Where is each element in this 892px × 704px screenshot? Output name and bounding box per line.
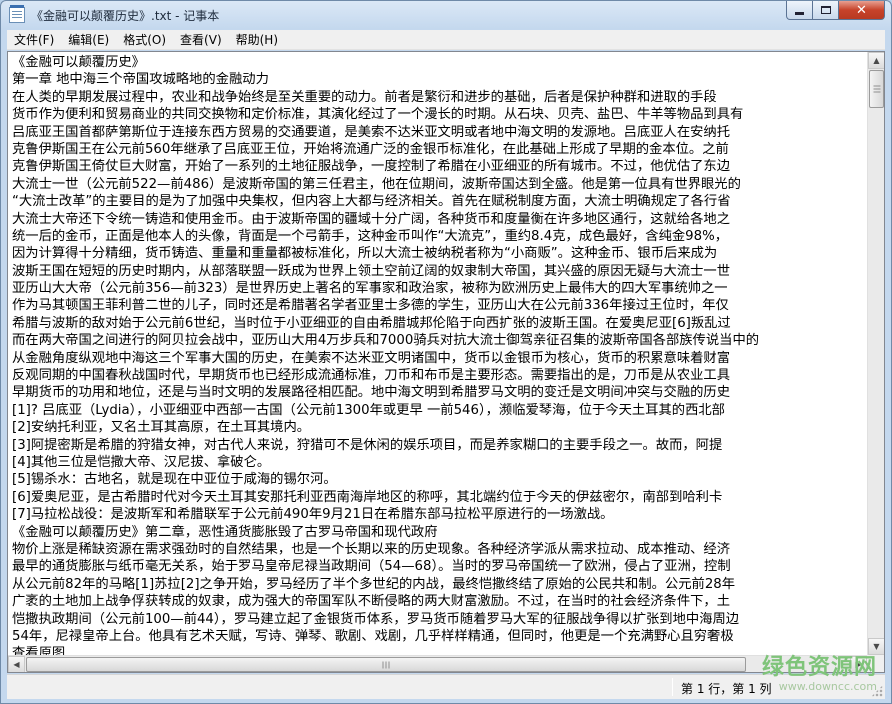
- text-editor[interactable]: 《金融可以颠覆历史》第一章 地中海三个帝国攻城略地的金融动力 在人类的早期发展过程…: [7, 51, 885, 673]
- maximize-button[interactable]: [813, 1, 839, 20]
- text-line: 物价上涨是稀缺资源在需求强劲时的自然结果，也是一个长期以来的历史现象。各种经济学…: [12, 541, 731, 557]
- minimize-button[interactable]: [786, 1, 813, 20]
- cursor-position: 第 1 行，第 1 列: [681, 682, 772, 696]
- text-line: 亚历山大大帝（公元前356—前323）是世界历史上著名的军事家和政治家，被称为欧…: [12, 281, 728, 297]
- text-line: [6]爱奥尼亚，是古希腊时代对今天土耳其安那托利亚西南海岸地区的称呼，其北端约位…: [12, 489, 723, 505]
- text-line: 从金融角度纵观地中海这三个军事大国的历史，在美索不达米亚文明诸国中，货币以金银币…: [12, 350, 731, 366]
- horizontal-scrollbar[interactable]: ◀ ▶: [8, 655, 867, 672]
- window-title: 《金融可以颠覆历史》.txt - 记事本: [31, 8, 220, 23]
- caption-buttons: ✕: [786, 1, 885, 21]
- menu-edit[interactable]: 编辑(E): [61, 30, 116, 50]
- text-line: [4]其他三位是恺撒大帝、汉尼拔、拿破仑。: [12, 454, 271, 470]
- text-line: 因为计算得十分精细，货币铸造、重量和重量都被标准化，所以大流士被纳税者称为“小商…: [12, 246, 718, 262]
- text-line: 第一章 地中海三个帝国攻城略地的金融动力: [12, 72, 269, 88]
- grip-icon: [873, 85, 880, 93]
- menu-file[interactable]: 文件(F): [7, 30, 61, 50]
- text-line: 货币作为便利和贸易商业的共同交换物和定价标准，其演化经过了一个漫长的时期。从石块…: [12, 107, 744, 123]
- notepad-window: 《金融可以颠覆历史》.txt - 记事本 ✕ 文件(F) 编辑(E) 格式(O)…: [0, 0, 892, 704]
- text-line: 《金融可以颠覆历史》: [12, 55, 145, 70]
- close-button[interactable]: ✕: [839, 1, 885, 20]
- watermark-logo: 绿色资源网 www.downcc.com: [761, 655, 877, 694]
- watermark-url: www.downcc.com: [778, 680, 877, 693]
- text-line: 广袤的土地加上战争俘获转成的奴隶，成为强大的帝国军队不断侵略的两大财富激励。不过…: [12, 594, 731, 610]
- text-line: 大流士大帝还下令统一铸造和使用金币。由于波斯帝国的疆域十分广阔，各种货币和度量衡…: [12, 211, 731, 227]
- text-line: [5]锡杀水：古地名，就是现在中亚位于咸海的锡尔河。: [12, 472, 337, 488]
- menu-view[interactable]: 查看(V): [173, 30, 229, 50]
- text-line: 作为马其顿国王菲利普二世的儿子，同时还是希腊著名学者亚里士多德的学生，亚历山大在…: [12, 298, 729, 314]
- text-line: “大流士改革”的主要目的是为了加强中央集权，但内容上大都与经济相关。首先在赋税制…: [12, 194, 731, 210]
- text-line: 反观同期的中国春秋战国时代，早期货币也已经形成流通标准，刀币和布币是主要形态。需…: [12, 368, 731, 384]
- text-line: [7]马拉松战役：是波斯军和希腊联军于公元前490年9月21日在希腊东部马拉松平…: [12, 507, 614, 523]
- maximize-icon: [820, 6, 831, 14]
- vertical-scrollbar[interactable]: ▲ ▼: [867, 52, 884, 655]
- document-text-area[interactable]: 《金融可以颠覆历史》第一章 地中海三个帝国攻城略地的金融动力 在人类的早期发展过程…: [8, 52, 867, 655]
- text-line: 吕底亚王国首都萨第斯位于连接东西方贸易的交通要道，是美索不达米亚文明或者地中海文…: [12, 124, 731, 140]
- text-line: 从公元前82年的马略[1]苏拉[2]之争开始，罗马经历了半个多世纪的内战，最终恺…: [12, 576, 736, 592]
- horizontal-scroll-thumb[interactable]: [26, 657, 746, 672]
- close-icon: ✕: [856, 2, 867, 18]
- text-line: 《金融可以颠覆历史》第二章，恶性通货膨胀毁了古罗马帝国和现代政府: [12, 524, 438, 540]
- arrow-left-icon[interactable]: ◀: [8, 656, 25, 672]
- menu-bar: 文件(F) 编辑(E) 格式(O) 查看(V) 帮助(H): [7, 30, 885, 50]
- text-line: 恺撒执政期间（公元前100—前44），罗马建立起了金银货币体系，罗马货币随着罗马…: [12, 611, 740, 627]
- text-line: 在人类的早期发展过程中，农业和战争始终是至关重要的动力。前者是繁衍和进步的基础，…: [12, 89, 717, 105]
- watermark-text: 绿色资源网: [761, 655, 877, 680]
- text-line: 而在两大帝国之间进行的阿贝拉会战中，亚历山大用4万步兵和7000骑兵对抗大流士御…: [12, 333, 760, 349]
- menu-help[interactable]: 帮助(H): [229, 30, 285, 50]
- text-line: 希腊与波斯的敌对始于公元前6世纪，当时位于小亚细亚的自由希腊城邦伦陷于向西扩张的…: [12, 315, 731, 331]
- text-line: [2]安纳托利亚，又名土耳其高原，在土耳其境内。: [12, 420, 311, 436]
- text-line: 克鲁伊斯国王倚仗巨大财富，开始了一系列的土地征服战争，一度控制了希腊在小亚细亚的…: [12, 159, 731, 175]
- notepad-icon[interactable]: [9, 5, 25, 23]
- arrow-up-icon[interactable]: ▲: [868, 52, 884, 69]
- vertical-scroll-thumb[interactable]: [869, 70, 884, 108]
- minimize-icon: [795, 11, 804, 15]
- title-bar[interactable]: 《金融可以颠覆历史》.txt - 记事本 ✕: [1, 1, 891, 29]
- text-line: 波斯王国在短短的历史时期内，从部落联盟一跃成为世界上领土空前辽阔的奴隶制大帝国，…: [12, 263, 731, 279]
- text-line: [1]? 吕底亚（Lydia），小亚细亚中西部一古国（公元前1300年或更早 一…: [12, 402, 725, 418]
- arrow-down-icon[interactable]: ▼: [868, 638, 884, 655]
- text-line: [3]阿提密斯是希腊的狩猎女神，对古代人来说，狩猎可不是休闲的娱乐项目，而是养家…: [12, 437, 723, 453]
- grip-icon: [382, 661, 390, 668]
- text-line: 克鲁伊斯国王在公元前560年继承了吕底亚王位，开始将流通广泛的金银币标准化，在此…: [12, 141, 729, 157]
- text-line: 54年，尼禄皇帝上台。他具有艺术天赋，写诗、弹琴、歌剧、戏剧，几乎样样精通，但同…: [12, 628, 734, 644]
- menu-format[interactable]: 格式(O): [116, 30, 173, 50]
- text-line: 大流士一世（公元前522—前486）是波斯帝国的第三任君主，他在位期间，波斯帝国…: [12, 176, 741, 192]
- text-line: 查看原图: [12, 646, 66, 655]
- status-divider: [672, 678, 673, 696]
- text-line: 早期货币的功用和地位，还是与当时文明的发展路径相匹配。地中海文明到希腊罗马文明的…: [12, 385, 731, 401]
- text-line: 最早的通货膨胀与纸币毫无关系，始于罗马皇帝尼禄当政期间（54—68）。当时的罗马…: [12, 559, 731, 575]
- text-line: 统一后的金币，正面是他本人的头像，背面是一个弓箭手，这种金币叫作“大流克”，重约…: [12, 228, 729, 244]
- status-bar: 第 1 行，第 1 列: [7, 674, 885, 699]
